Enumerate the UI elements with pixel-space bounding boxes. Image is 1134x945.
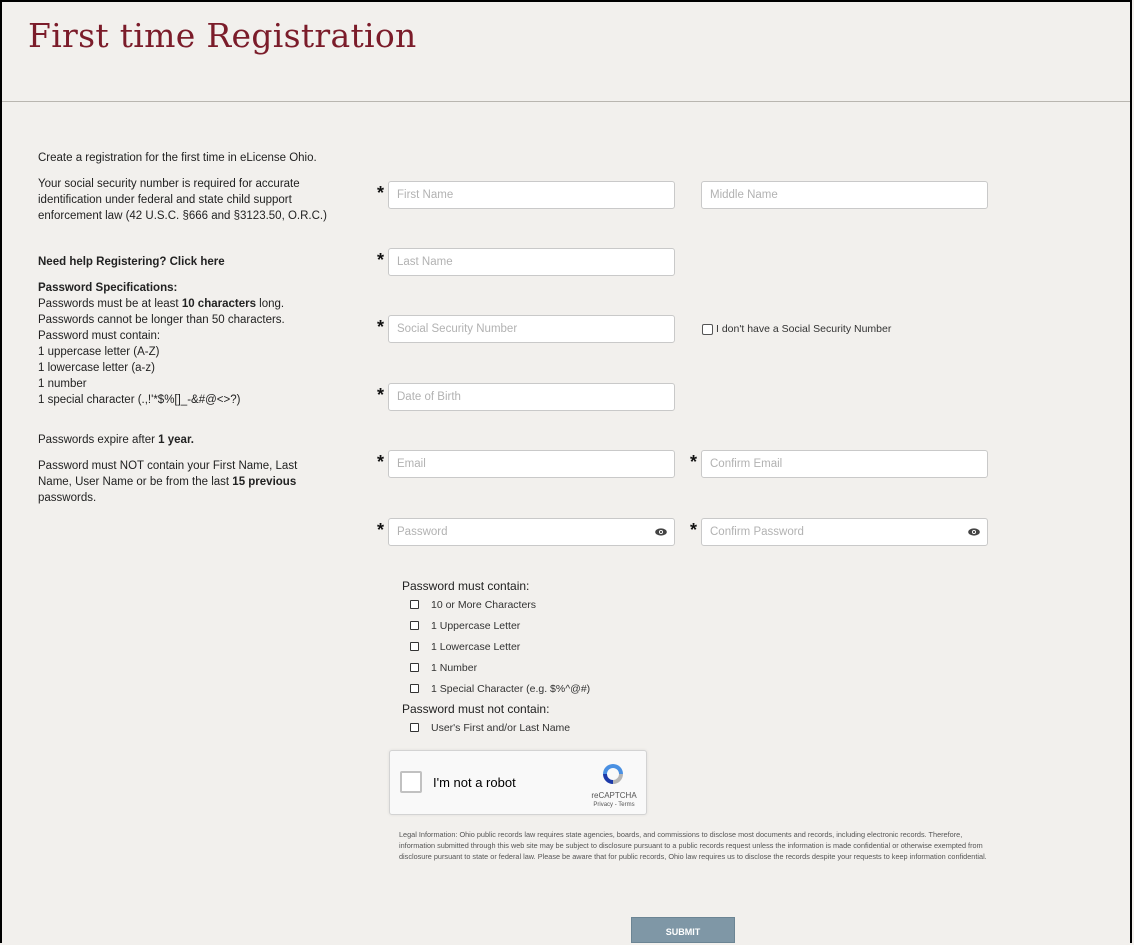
checkbox-icon[interactable] xyxy=(702,323,713,335)
middle-name-input[interactable] xyxy=(701,181,988,209)
password-input[interactable] xyxy=(388,518,675,546)
pw-lower-rule: 1 lowercase letter (a-z) xyxy=(38,362,155,374)
recaptcha-privacy-terms[interactable]: Privacy - Terms xyxy=(586,802,642,808)
rule-item: 1 Special Character (e.g. $%^@#) xyxy=(402,678,590,699)
rule-item: 1 Lowercase Letter xyxy=(402,636,590,657)
pw-expire-note: Passwords expire after 1 year. xyxy=(38,434,194,446)
dob-input[interactable] xyxy=(388,383,675,411)
required-mark: * xyxy=(377,452,385,472)
pw-min-length: Passwords must be at least 10 characters… xyxy=(38,298,285,310)
recaptcha-checkbox[interactable] xyxy=(400,771,422,793)
password-rules-checklist: Password must contain: 10 or More Charac… xyxy=(402,578,590,738)
first-name-input[interactable] xyxy=(388,181,675,209)
required-mark: * xyxy=(377,183,385,203)
confirm-password-input[interactable] xyxy=(701,518,988,546)
unchecked-box-icon xyxy=(410,684,419,693)
ssn-notice: Your social security number is required … xyxy=(38,178,327,222)
pw-max-length: Passwords cannot be longer than 50 chara… xyxy=(38,314,285,326)
show-password-eye-icon[interactable] xyxy=(655,528,667,536)
pw-spec-heading: Password Specifications: xyxy=(38,282,178,294)
rule-item: 1 Uppercase Letter xyxy=(402,615,590,636)
recaptcha-brand: reCAPTCHA xyxy=(591,791,637,800)
no-ssn-checkbox[interactable]: I don't have a Social Security Number xyxy=(702,323,891,335)
required-mark: * xyxy=(377,520,385,540)
rule-item: 1 Number xyxy=(402,657,590,678)
required-mark: * xyxy=(377,250,385,270)
unchecked-box-icon xyxy=(410,642,419,651)
pw-special-rule: 1 special character (.,!'*$%[]_-&#@<>?) xyxy=(38,394,241,406)
password-specifications: Password Specifications: Passwords must … xyxy=(38,280,333,408)
unchecked-box-icon xyxy=(410,600,419,609)
must-not-contain-heading: Password must not contain: xyxy=(402,702,550,716)
pw-number-rule: 1 number xyxy=(38,378,87,390)
submit-button[interactable]: SUBMIT xyxy=(631,917,735,943)
must-contain-heading: Password must contain: xyxy=(402,579,530,593)
unchecked-box-icon xyxy=(410,621,419,630)
show-confirm-password-eye-icon[interactable] xyxy=(968,528,980,536)
unchecked-box-icon xyxy=(410,663,419,672)
required-mark: * xyxy=(377,317,385,337)
pw-contain-heading: Password must contain: xyxy=(38,330,161,342)
legal-information: Legal Information: Ohio public records l… xyxy=(399,830,987,861)
confirm-email-input[interactable] xyxy=(701,450,988,478)
last-name-input[interactable] xyxy=(388,248,675,276)
recaptcha-label: I'm not a robot xyxy=(433,775,516,790)
rule-item: User's First and/or Last Name xyxy=(402,717,590,738)
required-mark: * xyxy=(690,520,698,540)
intro-text: Create a registration for the first time… xyxy=(38,152,317,164)
pw-upper-rule: 1 uppercase letter (A-Z) xyxy=(38,346,160,358)
page-title: First time Registration xyxy=(28,16,417,55)
page-header: First time Registration xyxy=(2,2,1130,102)
email-input[interactable] xyxy=(388,450,675,478)
required-mark: * xyxy=(690,452,698,472)
required-mark: * xyxy=(377,385,385,405)
ssn-input[interactable] xyxy=(388,315,675,343)
help-register-link[interactable]: Need help Registering? Click here xyxy=(38,254,333,270)
recaptcha-logo-icon xyxy=(603,764,623,784)
rule-item: 10 or More Characters xyxy=(402,594,590,615)
recaptcha-widget: I'm not a robot reCAPTCHA Privacy - Term… xyxy=(389,750,647,815)
pw-history-note: Password must NOT contain your First Nam… xyxy=(38,460,298,504)
unchecked-box-icon xyxy=(410,723,419,732)
no-ssn-label: I don't have a Social Security Number xyxy=(716,323,892,335)
